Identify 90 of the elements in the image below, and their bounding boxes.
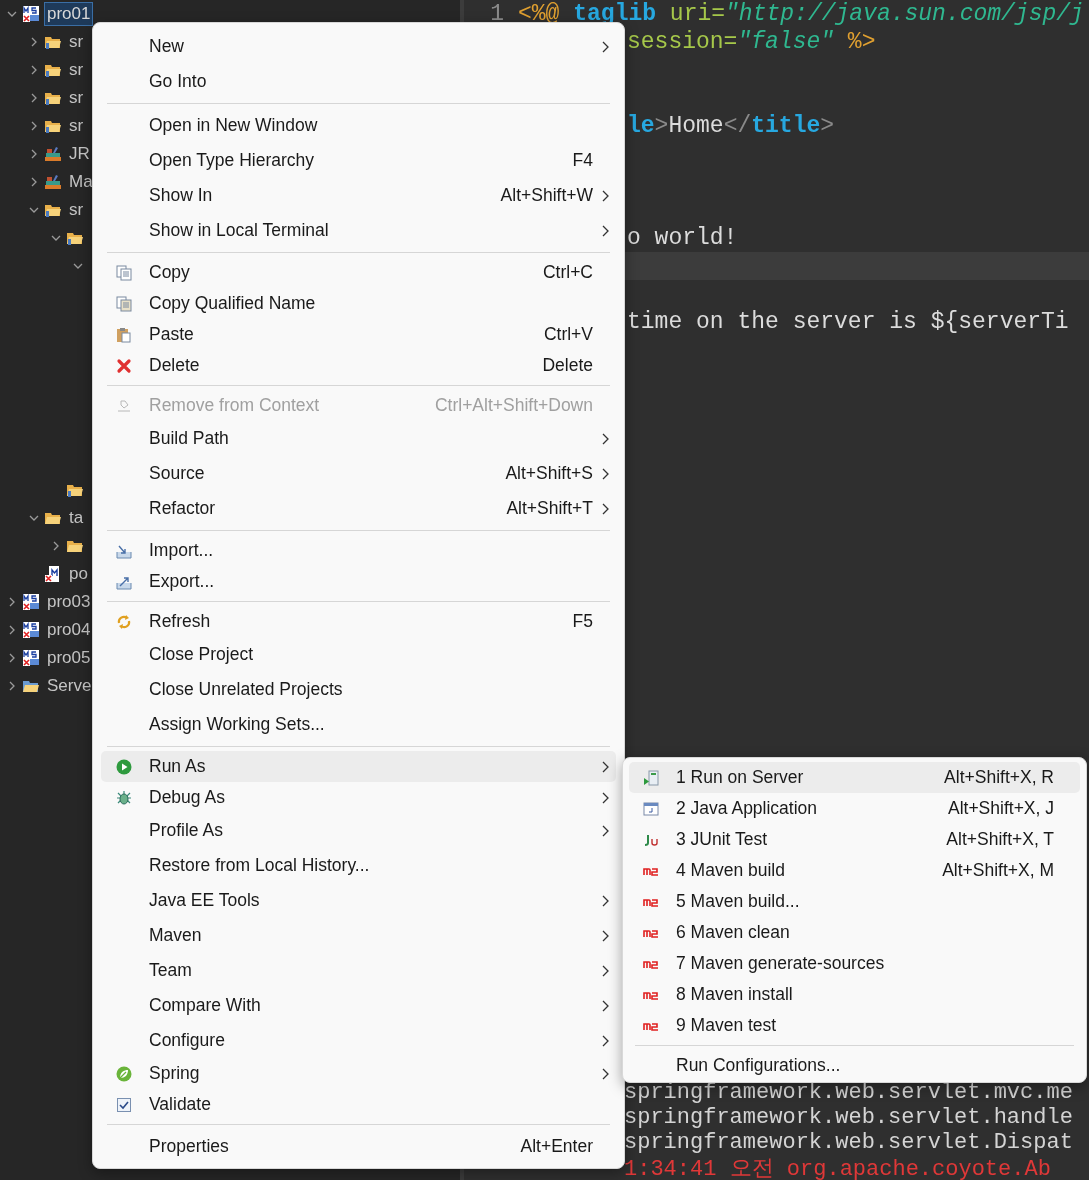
- delete-icon: [116, 357, 132, 374]
- tree-item[interactable]: sr: [66, 58, 87, 82]
- code-line: session="false" %>: [627, 29, 876, 55]
- menu-item[interactable]: Run Configurations...: [629, 1050, 1080, 1081]
- code-line: time on the server is ${serverTi: [627, 309, 1069, 335]
- m2-icon: [643, 958, 659, 969]
- tree-item[interactable]: ta: [66, 506, 87, 530]
- menu-item[interactable]: Spring: [101, 1058, 616, 1089]
- menu-item[interactable]: Profile As: [101, 813, 616, 848]
- menu-item[interactable]: Show In Alt+Shift+W: [101, 178, 616, 213]
- play-icon: [116, 758, 132, 775]
- m2-icon: [643, 1020, 659, 1031]
- project-icon: [22, 5, 40, 23]
- server-icon: [643, 769, 659, 786]
- menu-item[interactable]: Configure: [101, 1023, 616, 1058]
- menu-item[interactable]: 9 Maven test: [629, 1010, 1080, 1041]
- tree-item[interactable]: pro05: [44, 646, 94, 670]
- remove-icon: [116, 397, 132, 414]
- m2-icon: [643, 927, 659, 938]
- project-icon: [22, 621, 40, 639]
- menu-item[interactable]: Refactor Alt+Shift+T: [101, 491, 616, 526]
- menu-item[interactable]: Restore from Local History...: [101, 848, 616, 883]
- tree-item[interactable]: Serve: [44, 674, 95, 698]
- console-line: springframework.web.servlet.Dispat: [624, 1130, 1073, 1155]
- menu-item[interactable]: 5 Maven build...: [629, 886, 1080, 917]
- menu-item[interactable]: New: [101, 29, 616, 64]
- menu-item[interactable]: Go Into: [101, 64, 616, 99]
- bug-icon: [116, 789, 132, 806]
- console-line: springframework.web.servlet.handle: [624, 1105, 1073, 1130]
- leaf-icon: [116, 1065, 132, 1082]
- library-icon: [44, 145, 62, 163]
- console-line: springframework.web.servlet.mvc.me: [624, 1080, 1073, 1105]
- m2-icon: [643, 989, 659, 1000]
- menu-item[interactable]: Build Path: [101, 421, 616, 456]
- tree-item[interactable]: sr: [66, 114, 87, 138]
- menu-item[interactable]: Delete Delete: [101, 350, 616, 381]
- menu-item[interactable]: Java EE Tools: [101, 883, 616, 918]
- project-icon: [22, 649, 40, 667]
- menu-item[interactable]: Paste Ctrl+V: [101, 319, 616, 350]
- menu-item[interactable]: Open Type Hierarchy F4: [101, 143, 616, 178]
- code-line: <%@ taglib uri="http://java.sun.com/jsp/j: [518, 1, 1084, 27]
- menu-item[interactable]: Team: [101, 953, 616, 988]
- menu-item[interactable]: Show in Local Terminal: [101, 213, 616, 248]
- menu-item[interactable]: Open in New Window: [101, 108, 616, 143]
- menu-item[interactable]: Properties Alt+Enter: [101, 1129, 616, 1164]
- menu-item[interactable]: Import...: [101, 535, 616, 566]
- menu-item[interactable]: Debug As: [101, 782, 616, 813]
- code-line: o world!: [627, 225, 738, 251]
- tree-item[interactable]: JR: [66, 142, 93, 166]
- menu-item[interactable]: Copy Ctrl+C: [101, 257, 616, 288]
- menu-item[interactable]: Copy Qualified Name: [101, 288, 616, 319]
- menu-item[interactable]: 1 Run on Server Alt+Shift+X, R: [629, 762, 1080, 793]
- copy-icon: [116, 264, 132, 281]
- window-icon: [643, 800, 659, 817]
- menu-item[interactable]: 7 Maven generate-sources: [629, 948, 1080, 979]
- tree-item[interactable]: sr: [66, 198, 87, 222]
- console-line: 1:34:41 오전 org.apache.coyote.Ab: [624, 1155, 1051, 1180]
- tree-item[interactable]: pro01: [44, 2, 94, 26]
- menu-item[interactable]: 3 JUnit Test Alt+Shift+X, T: [629, 824, 1080, 855]
- library-icon: [44, 173, 62, 191]
- refresh-icon: [116, 613, 132, 630]
- menu-item[interactable]: 6 Maven clean: [629, 917, 1080, 948]
- m2-icon: [643, 865, 659, 876]
- tree-item[interactable]: sr: [66, 30, 87, 54]
- menu-item[interactable]: Assign Working Sets...: [101, 707, 616, 742]
- menu-item[interactable]: Source Alt+Shift+S: [101, 456, 616, 491]
- tree-item[interactable]: sr: [66, 86, 87, 110]
- menu-item[interactable]: 4 Maven build Alt+Shift+X, M: [629, 855, 1080, 886]
- clipboard-icon: [116, 326, 132, 343]
- project-icon: [22, 593, 40, 611]
- menu-item[interactable]: Validate: [101, 1089, 616, 1120]
- menu-item[interactable]: Export...: [101, 566, 616, 597]
- menu-item[interactable]: Close Unrelated Projects: [101, 672, 616, 707]
- copy-icon: [116, 295, 132, 312]
- menu-item[interactable]: 2 Java Application Alt+Shift+X, J: [629, 793, 1080, 824]
- menu-item[interactable]: Run As: [101, 751, 616, 782]
- checkbox-icon: [116, 1096, 132, 1113]
- pom-file-icon: [44, 565, 62, 583]
- m2-icon: [643, 896, 659, 907]
- menu-item[interactable]: Compare With: [101, 988, 616, 1023]
- menu-item[interactable]: Close Project: [101, 637, 616, 672]
- tree-item[interactable]: pro03: [44, 590, 94, 614]
- code-line: le>Home</title>: [627, 113, 835, 139]
- menu-item[interactable]: Maven: [101, 918, 616, 953]
- tree-item[interactable]: pro04: [44, 618, 94, 642]
- line-number: 1: [489, 1, 504, 27]
- tree-item[interactable]: Ma: [66, 170, 96, 194]
- menu-item[interactable]: Refresh F5: [101, 606, 616, 637]
- menu-item[interactable]: 8 Maven install: [629, 979, 1080, 1010]
- tree-item[interactable]: po: [66, 562, 91, 586]
